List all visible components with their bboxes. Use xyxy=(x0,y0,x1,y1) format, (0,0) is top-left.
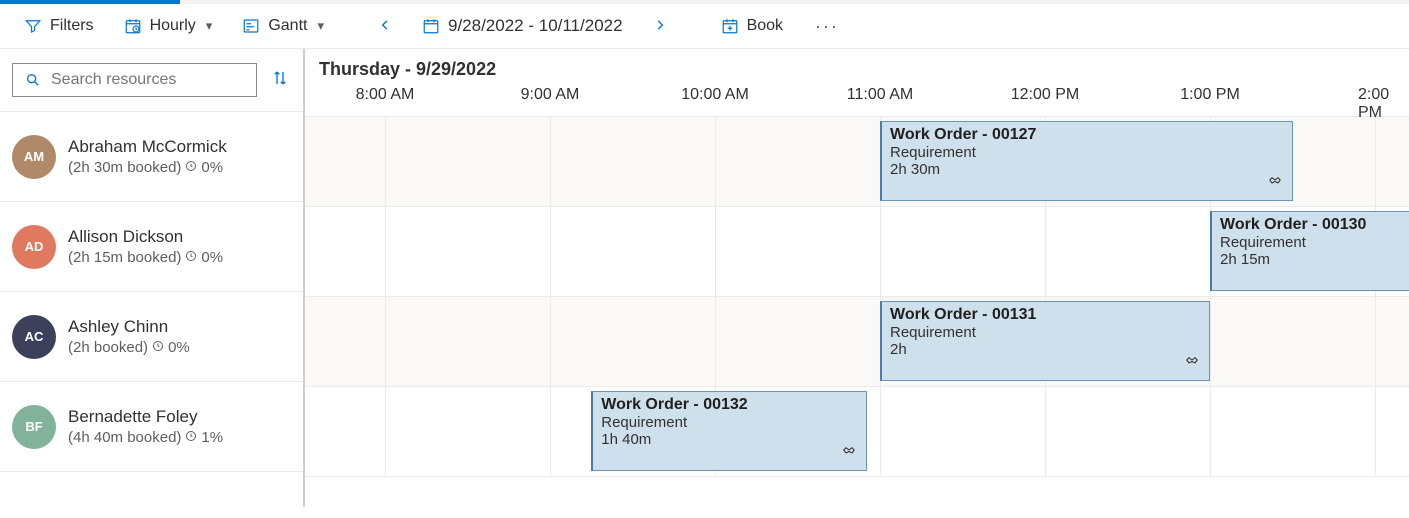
hourly-label: Hourly xyxy=(150,17,196,35)
resource-row[interactable]: BF Bernadette Foley (4h 40m booked) 1% xyxy=(0,382,303,472)
filter-icon xyxy=(24,17,42,35)
prev-date-button[interactable] xyxy=(372,16,398,37)
booking-title: Work Order - 00130 xyxy=(1220,216,1409,234)
booking-block[interactable]: Work Order - 00132 Requirement 1h 40m xyxy=(591,391,867,471)
date-range-picker[interactable]: 9/28/2022 - 10/11/2022 xyxy=(416,12,629,40)
date-range-label: 9/28/2022 - 10/11/2022 xyxy=(448,16,623,36)
booking-duration: 2h 15m xyxy=(1220,251,1409,268)
sort-button[interactable] xyxy=(267,65,293,96)
clock-icon xyxy=(152,340,164,355)
resource-subtext: (2h 15m booked) 0% xyxy=(68,249,223,266)
search-field[interactable] xyxy=(51,71,244,89)
hour-label: 12:00 PM xyxy=(1011,86,1079,104)
booking-duration: 2h 30m xyxy=(890,161,1284,178)
calendar-icon xyxy=(422,17,440,35)
calendar-clock-icon xyxy=(124,17,142,35)
handshake-icon xyxy=(840,441,858,464)
handshake-icon xyxy=(1266,171,1284,194)
search-resources-input[interactable] xyxy=(12,63,257,97)
toolbar: Filters Hourly ▾ Gantt ▾ 9/28/2022 - 10/… xyxy=(0,4,1409,49)
filters-button[interactable]: Filters xyxy=(18,13,100,39)
resource-name: Allison Dickson xyxy=(68,227,223,247)
resource-row[interactable]: AD Allison Dickson (2h 15m booked) 0% xyxy=(0,202,303,292)
gantt-dropdown[interactable]: Gantt ▾ xyxy=(236,13,330,39)
timeline-row[interactable]: Work Order - 00131 Requirement 2h xyxy=(305,297,1409,387)
hour-label: 9:00 AM xyxy=(521,86,580,104)
resource-subtext: (4h 40m booked) 1% xyxy=(68,429,223,446)
avatar: AC xyxy=(12,315,56,359)
hour-label: 10:00 AM xyxy=(681,86,749,104)
timeline-row[interactable]: Work Order - 00130 Requirement 2h 15m xyxy=(305,207,1409,297)
next-date-button[interactable] xyxy=(647,16,673,37)
timeline: Thursday - 9/29/2022 8:00 AM 9:00 AM 10:00… xyxy=(305,49,1409,507)
clock-icon xyxy=(185,250,197,265)
resource-sidebar: AM Abraham McCormick (2h 30m booked) 0% … xyxy=(0,49,305,507)
booking-block[interactable]: Work Order - 00130 Requirement 2h 15m xyxy=(1210,211,1409,291)
clock-icon xyxy=(185,430,197,445)
calendar-add-icon xyxy=(721,17,739,35)
avatar: AM xyxy=(12,135,56,179)
hour-label: 1:00 PM xyxy=(1180,86,1240,104)
booking-title: Work Order - 00132 xyxy=(601,396,858,414)
day-header: Thursday - 9/29/2022 xyxy=(305,49,1409,86)
more-menu-button[interactable]: ··· xyxy=(807,16,847,37)
booking-block[interactable]: Work Order - 00131 Requirement 2h xyxy=(880,301,1210,381)
booking-subtitle: Requirement xyxy=(890,324,1201,341)
book-label: Book xyxy=(747,17,783,35)
resource-subtext: (2h 30m booked) 0% xyxy=(68,159,227,176)
handshake-icon xyxy=(1183,351,1201,374)
resource-subtext: (2h booked) 0% xyxy=(68,339,190,356)
resource-name: Bernadette Foley xyxy=(68,407,223,427)
resource-name: Ashley Chinn xyxy=(68,317,190,337)
booking-duration: 1h 40m xyxy=(601,431,858,448)
resource-name: Abraham McCormick xyxy=(68,137,227,157)
avatar: AD xyxy=(12,225,56,269)
booking-duration: 2h xyxy=(890,341,1201,358)
book-button[interactable]: Book xyxy=(715,13,789,39)
timeline-row[interactable]: Work Order - 00132 Requirement 1h 40m xyxy=(305,387,1409,477)
booking-subtitle: Requirement xyxy=(601,414,858,431)
booking-block[interactable]: Work Order - 00127 Requirement 2h 30m xyxy=(880,121,1293,201)
clock-icon xyxy=(185,160,197,175)
chevron-down-icon: ▾ xyxy=(206,18,213,34)
booking-title: Work Order - 00127 xyxy=(890,126,1284,144)
hour-label: 11:00 AM xyxy=(847,86,913,104)
avatar: BF xyxy=(12,405,56,449)
filters-label: Filters xyxy=(50,17,94,35)
search-icon xyxy=(25,72,41,88)
gantt-icon xyxy=(242,17,260,35)
timeline-row[interactable]: Work Order - 00127 Requirement 2h 30m xyxy=(305,117,1409,207)
chevron-down-icon: ▾ xyxy=(317,18,324,34)
booking-subtitle: Requirement xyxy=(1220,234,1409,251)
gantt-label: Gantt xyxy=(268,17,307,35)
hourly-dropdown[interactable]: Hourly ▾ xyxy=(118,13,219,39)
hour-label: 8:00 AM xyxy=(356,86,415,104)
resource-row[interactable]: AM Abraham McCormick (2h 30m booked) 0% xyxy=(0,112,303,202)
booking-subtitle: Requirement xyxy=(890,144,1284,161)
resource-row[interactable]: AC Ashley Chinn (2h booked) 0% xyxy=(0,292,303,382)
booking-title: Work Order - 00131 xyxy=(890,306,1201,324)
